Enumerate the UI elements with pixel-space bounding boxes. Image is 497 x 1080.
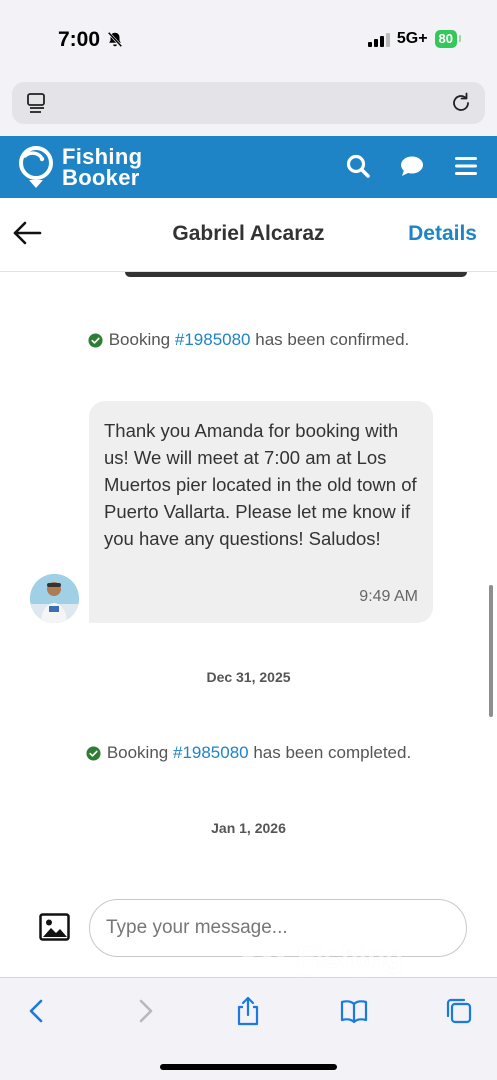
message-thread[interactable]: Booking #1985080 has been confirmed. Tha… xyxy=(0,272,497,877)
date-divider: Jan 1, 2026 xyxy=(211,820,286,836)
fishingbooker-logo[interactable]: Fishing Booker xyxy=(16,144,142,190)
tabs-icon[interactable] xyxy=(444,996,474,1026)
message-text: Thank you Amanda for booking with us! We… xyxy=(104,420,417,549)
fish-hook-logo-icon xyxy=(19,146,53,188)
browser-toolbar xyxy=(0,977,497,1080)
clock-text: 7:00 xyxy=(58,28,101,51)
message-bubble: Thank you Amanda for booking with us! We… xyxy=(89,401,433,623)
battery-indicator: 80 xyxy=(434,30,462,48)
date-divider: Dec 31, 2025 xyxy=(206,669,291,685)
search-icon[interactable] xyxy=(345,153,371,179)
chat-icon[interactable] xyxy=(399,153,425,179)
system-prefix: Booking xyxy=(106,743,173,762)
message-input[interactable] xyxy=(89,899,467,957)
logo-line-1: Fishing xyxy=(62,144,143,169)
back-arrow-icon[interactable] xyxy=(12,220,42,246)
network-type: 5G+ xyxy=(396,30,428,47)
system-prefix: Booking xyxy=(108,330,175,349)
signal-icon xyxy=(367,31,390,47)
address-bar[interactable] xyxy=(12,82,485,124)
avatar[interactable] xyxy=(30,574,79,623)
system-message-completed: Booking #1985080 has been completed. xyxy=(0,743,497,763)
system-suffix: has been confirmed. xyxy=(250,330,410,349)
details-link[interactable]: Details xyxy=(408,222,477,246)
site-header: Fishing Booker xyxy=(0,136,497,198)
previous-message-edge xyxy=(125,272,467,277)
forward-icon[interactable] xyxy=(130,996,160,1026)
back-icon[interactable] xyxy=(22,996,52,1026)
bell-off-icon xyxy=(107,31,123,48)
scrollbar[interactable] xyxy=(489,585,493,717)
reload-icon[interactable] xyxy=(449,91,473,115)
message-timestamp: 9:49 AM xyxy=(359,588,418,605)
tab-overview-icon[interactable] xyxy=(26,92,48,114)
system-suffix: has been completed. xyxy=(248,743,412,762)
message-composer xyxy=(0,877,497,977)
system-message-confirmed: Booking #1985080 has been confirmed. xyxy=(0,330,497,350)
share-icon[interactable] xyxy=(233,996,263,1026)
status-bar: 7:00 5G+ 80 xyxy=(0,0,497,80)
logo-line-2: Booker xyxy=(62,165,140,190)
menu-icon[interactable] xyxy=(453,153,479,179)
conversation-header: Gabriel Alcaraz Details xyxy=(0,198,497,272)
home-indicator xyxy=(160,1064,337,1070)
booking-link[interactable]: #1985080 xyxy=(173,743,249,762)
booking-link[interactable]: #1985080 xyxy=(175,330,251,349)
check-circle-icon xyxy=(88,332,103,348)
status-time: 7:00 xyxy=(58,28,124,52)
bookmarks-icon[interactable] xyxy=(339,996,369,1026)
status-indicators: 5G+ 80 xyxy=(367,30,462,48)
logo-text: Fishing Booker xyxy=(62,144,143,190)
image-attach-icon[interactable] xyxy=(39,913,70,941)
header-actions xyxy=(345,153,479,179)
check-circle-icon xyxy=(86,745,101,761)
